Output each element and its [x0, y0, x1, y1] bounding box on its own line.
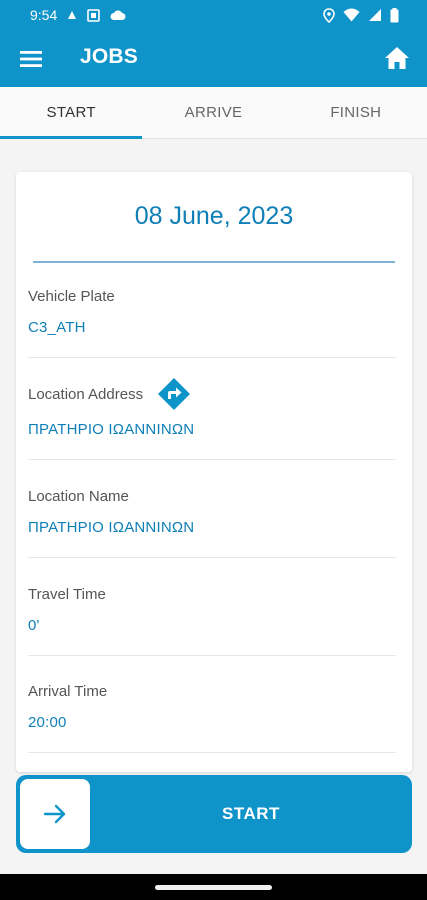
slider-handle[interactable]	[20, 779, 90, 849]
start-button-label: START	[222, 804, 280, 823]
cloud-icon	[110, 10, 126, 20]
tab-start[interactable]: START	[0, 87, 143, 139]
job-details-card: 08 June, 2023 Vehicle Plate C3_ATH Locat…	[16, 172, 412, 772]
field-value: 20:00	[28, 714, 67, 731]
system-navigation-bar	[0, 874, 427, 900]
signal-notification-icon	[68, 11, 77, 19]
field-value: ΠΡΑΤΗΡΙΟ ΙΩΑΝΝΙΝΩΝ	[28, 519, 195, 536]
field-location-address: Location Address ΠΡΑΤΗΡΙΟ ΙΩΑΝΝΙΝΩΝ	[28, 377, 396, 460]
field-label: Location Name	[28, 488, 129, 505]
arrow-right-icon	[43, 804, 66, 824]
page-title: JOBS	[80, 45, 138, 68]
hamburger-menu-icon[interactable]	[18, 46, 44, 72]
job-tabs: START ARRIVE FINISH	[0, 87, 427, 139]
start-slider[interactable]: START	[16, 775, 412, 853]
field-value: C3_ATH	[28, 319, 86, 336]
job-date: 08 June, 2023	[134, 202, 294, 230]
wifi-icon	[343, 8, 360, 22]
divider	[28, 752, 396, 753]
tab-label: START	[46, 104, 96, 121]
divider	[28, 655, 396, 656]
home-gesture-handle[interactable]	[155, 885, 272, 890]
battery-icon	[390, 7, 399, 22]
location-icon	[323, 7, 335, 23]
app-bar: JOBS	[0, 30, 427, 87]
image-notification-icon	[87, 8, 101, 22]
field-arrival-time: Arrival Time 20:00	[28, 683, 396, 753]
divider	[28, 459, 396, 460]
field-value: 0'	[28, 617, 40, 634]
field-label: Travel Time	[28, 586, 106, 603]
status-bar: 9:54	[0, 0, 427, 30]
home-icon[interactable]	[383, 44, 411, 72]
field-location-name: Location Name ΠΡΑΤΗΡΙΟ ΙΩΑΝΝΙΝΩΝ	[28, 488, 396, 558]
tab-arrive[interactable]: ARRIVE	[142, 87, 284, 138]
tab-label: ARRIVE	[184, 104, 243, 121]
divider	[28, 357, 396, 358]
tab-label: FINISH	[330, 104, 382, 121]
field-label: Arrival Time	[28, 683, 108, 700]
status-time: 9:54	[30, 7, 58, 23]
cell-signal-icon	[369, 9, 381, 21]
field-value: ΠΡΑΤΗΡΙΟ ΙΩΑΝΝΙΝΩΝ	[28, 421, 195, 438]
field-label: Vehicle Plate	[28, 288, 115, 305]
tab-finish[interactable]: FINISH	[285, 87, 427, 138]
divider	[28, 557, 396, 558]
field-travel-time: Travel Time 0'	[28, 586, 396, 656]
directions-icon[interactable]	[157, 377, 191, 411]
date-divider	[33, 261, 395, 263]
field-label: Location Address	[28, 385, 144, 403]
field-vehicle-plate: Vehicle Plate C3_ATH	[28, 288, 396, 358]
